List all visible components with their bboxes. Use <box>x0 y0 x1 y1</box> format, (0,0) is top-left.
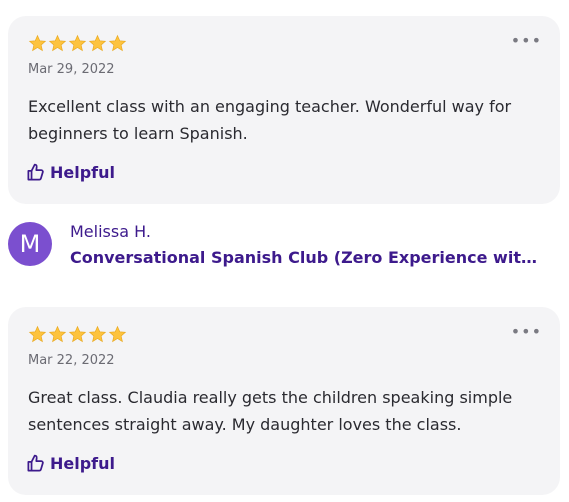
review-date: Mar 29, 2022 <box>28 62 115 77</box>
star-icon <box>88 325 107 343</box>
more-options-button[interactable]: ••• <box>511 33 542 49</box>
star-rating <box>28 325 127 344</box>
star-icon <box>48 34 67 52</box>
star-icon <box>108 325 127 343</box>
star-icon <box>68 34 87 52</box>
reviewer-name[interactable]: Melissa H. <box>70 222 151 241</box>
review-card: Mar 22, 2022 ••• Great class. Claudia re… <box>8 307 560 495</box>
star-rating <box>28 34 127 53</box>
star-icon <box>88 34 107 52</box>
star-icon <box>28 34 47 52</box>
more-options-button[interactable]: ••• <box>511 324 542 340</box>
helpful-label: Helpful <box>50 163 116 182</box>
avatar[interactable]: M <box>8 222 52 266</box>
review-card: Mar 29, 2022 ••• Excellent class with an… <box>8 16 560 204</box>
reviewer-row: M Melissa H. Conversational Spanish Club… <box>8 222 560 270</box>
star-icon <box>48 325 67 343</box>
thumbs-up-icon <box>27 454 44 472</box>
star-icon <box>108 34 127 52</box>
star-icon <box>68 325 87 343</box>
helpful-label: Helpful <box>50 454 116 473</box>
review-date: Mar 22, 2022 <box>28 353 115 368</box>
class-title-link[interactable]: Conversational Spanish Club (Zero Experi… <box>70 248 540 267</box>
star-icon <box>28 325 47 343</box>
review-text: Great class. Claudia really gets the chi… <box>28 388 513 434</box>
review-text: Excellent class with an engaging teacher… <box>28 97 512 143</box>
thumbs-up-icon <box>27 163 44 181</box>
helpful-button[interactable]: Helpful <box>26 454 115 473</box>
helpful-button[interactable]: Helpful <box>26 163 115 182</box>
